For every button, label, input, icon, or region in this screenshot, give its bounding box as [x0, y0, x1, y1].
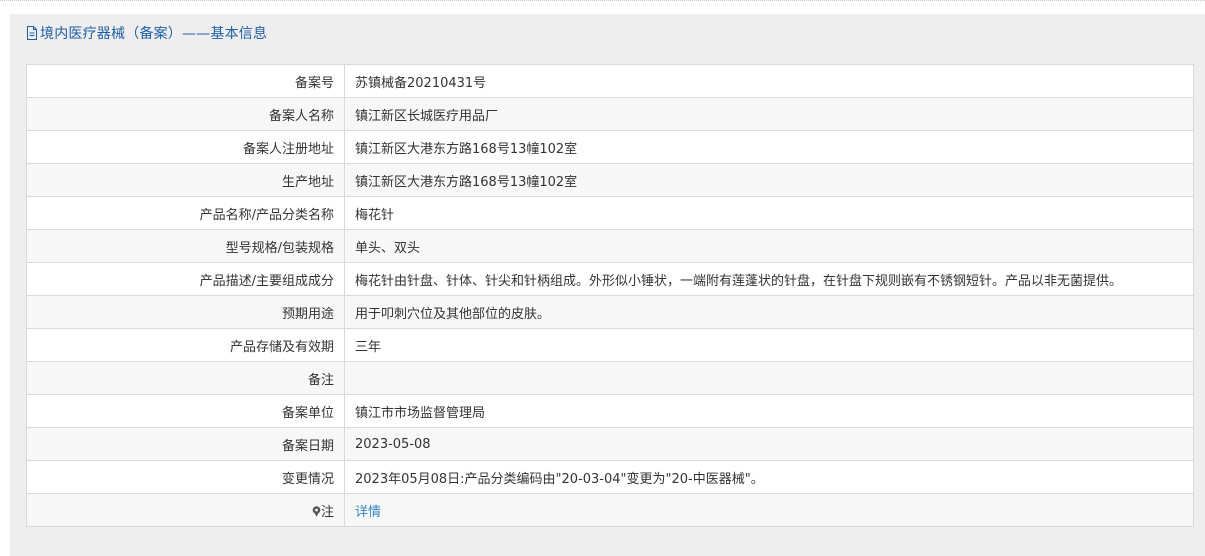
row-value: 用于叩刺穴位及其他部位的皮肤。 — [344, 295, 1194, 329]
table-row: 生产地址 镇江新区大港东方路168号13幢102室 — [26, 163, 1194, 197]
row-value: 苏镇械备20210431号 — [344, 64, 1194, 98]
row-value: 镇江新区大港东方路168号13幢102室 — [344, 130, 1194, 164]
table-row-note: 注 详情 — [26, 493, 1194, 527]
row-label: 生产地址 — [26, 163, 345, 197]
table-row: 备案号 苏镇械备20210431号 — [26, 64, 1194, 98]
row-value — [344, 361, 1194, 395]
row-label: 备注 — [26, 361, 345, 395]
row-label: 产品存储及有效期 — [26, 328, 345, 362]
note-label: 注 — [320, 504, 334, 520]
table-row: 备案人注册地址 镇江新区大港东方路168号13幢102室 — [26, 130, 1194, 164]
row-value: 三年 — [344, 328, 1194, 362]
row-value: 梅花针由针盘、针体、针尖和针柄组成。外形似小锤状，一端附有莲蓬状的针盘，在针盘下… — [344, 262, 1194, 296]
row-label: 产品名称/产品分类名称 — [26, 196, 345, 230]
row-label: 备案单位 — [26, 394, 345, 428]
row-label: 备案人注册地址 — [26, 130, 345, 164]
top-dotted-divider — [0, 0, 1205, 1]
table-row: 预期用途 用于叩刺穴位及其他部位的皮肤。 — [26, 295, 1194, 329]
note-value-cell: 详情 — [344, 493, 1194, 527]
row-value: 2023-05-08 — [344, 427, 1194, 461]
details-link[interactable]: 详情 — [355, 505, 381, 520]
table-row: 变更情况 2023年05月08日:产品分类编码由"20-03-04"变更为"20… — [26, 460, 1194, 494]
row-value: 镇江新区长城医疗用品厂 — [344, 97, 1194, 131]
section-header: 境内医疗器械（备案）——基本信息 — [10, 14, 1205, 51]
row-value: 镇江新区大港东方路168号13幢102室 — [344, 163, 1194, 197]
table-row: 产品名称/产品分类名称 梅花针 — [26, 196, 1194, 230]
table-row: 备案人名称 镇江新区长城医疗用品厂 — [26, 97, 1194, 131]
table-row: 产品存储及有效期 三年 — [26, 328, 1194, 362]
table-row: 型号规格/包装规格 单头、双头 — [26, 229, 1194, 263]
row-label: 产品描述/主要组成成分 — [26, 262, 345, 296]
basic-info-table: 备案号 苏镇械备20210431号 备案人名称 镇江新区长城医疗用品厂 备案人注… — [26, 64, 1194, 527]
table-row: 产品描述/主要组成成分 梅花针由针盘、针体、针尖和针柄组成。外形似小锤状，一端附… — [26, 262, 1194, 296]
row-label: 变更情况 — [26, 460, 345, 494]
row-label: 备案日期 — [26, 427, 345, 461]
pin-icon — [312, 505, 321, 517]
row-label: 备案号 — [26, 64, 345, 98]
row-label: 型号规格/包装规格 — [26, 229, 345, 263]
table-row: 备案单位 镇江市市场监督管理局 — [26, 394, 1194, 428]
row-value: 镇江市市场监督管理局 — [344, 394, 1194, 428]
document-icon — [27, 25, 37, 40]
row-label: 备案人名称 — [26, 97, 345, 131]
row-value: 2023年05月08日:产品分类编码由"20-03-04"变更为"20-中医器械… — [344, 460, 1194, 494]
row-value: 梅花针 — [344, 196, 1194, 230]
page-title: 境内医疗器械（备案）——基本信息 — [40, 25, 268, 42]
table-row: 备注 — [26, 361, 1194, 395]
row-value: 单头、双头 — [344, 229, 1194, 263]
note-label-cell: 注 — [26, 493, 345, 527]
table-row: 备案日期 2023-05-08 — [26, 427, 1194, 461]
row-label: 预期用途 — [26, 295, 345, 329]
